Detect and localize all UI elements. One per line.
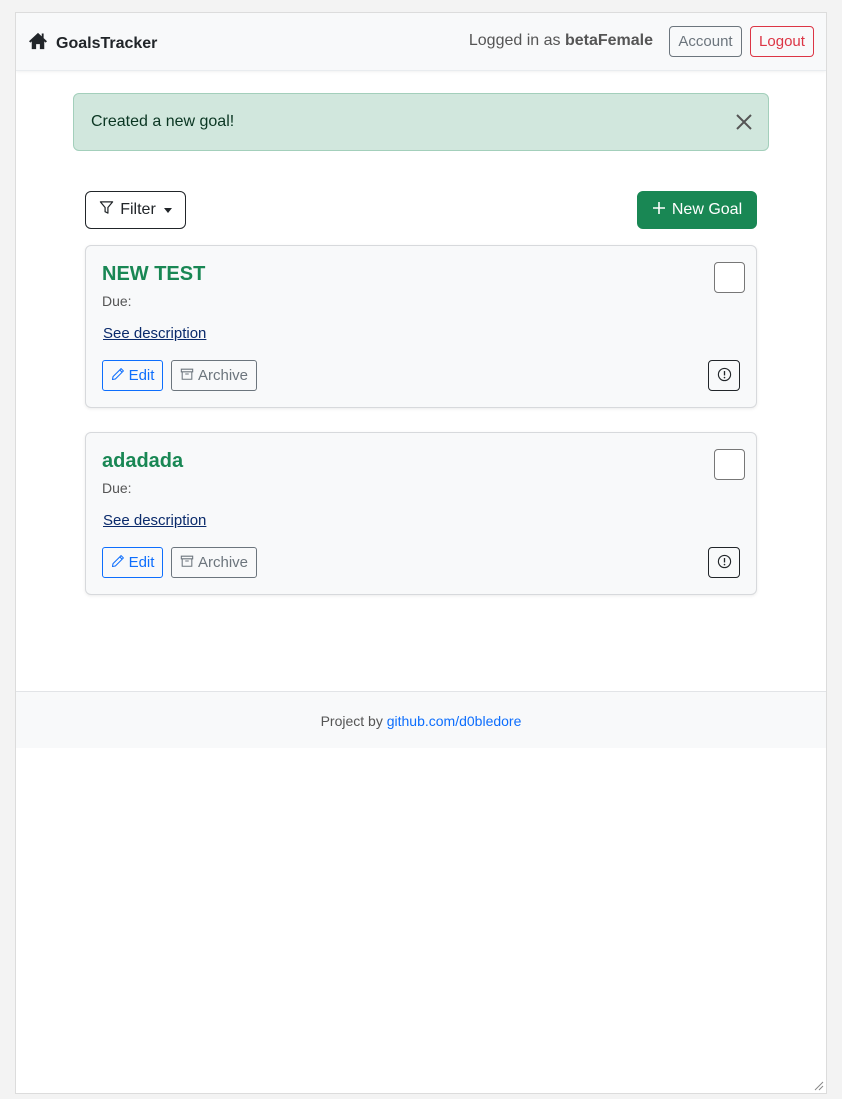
goal-card: adadada Due: See description Edit Archiv…	[85, 432, 757, 595]
alert-message: Created a new goal!	[91, 113, 235, 130]
see-description-link[interactable]: See description	[103, 325, 206, 342]
goal-due: Due:	[102, 293, 132, 309]
archive-icon	[180, 554, 194, 572]
plus-icon	[652, 201, 666, 220]
archive-button[interactable]: Archive	[171, 547, 257, 578]
login-status: Logged in as betaFemale	[469, 32, 653, 50]
resize-grip-icon[interactable]	[812, 1079, 824, 1091]
exclamation-circle-icon	[717, 554, 732, 572]
edit-button[interactable]: Edit	[102, 547, 163, 578]
pencil-icon	[111, 367, 125, 385]
archive-icon	[180, 367, 194, 385]
goal-title: adadada	[102, 450, 184, 472]
brand-name: GoalsTracker	[56, 34, 158, 52]
goal-title: NEW TEST	[102, 263, 206, 285]
caret-down-icon	[163, 207, 172, 213]
see-description-link[interactable]: See description	[103, 512, 206, 529]
archive-label: Archive	[197, 554, 249, 571]
alert-close-button[interactable]	[734, 112, 754, 132]
house-icon	[28, 31, 48, 56]
close-icon	[734, 114, 754, 135]
edit-label: Edit	[128, 367, 155, 384]
filter-dropdown-button[interactable]: Filter	[85, 191, 186, 229]
username: betaFemale	[564, 32, 653, 49]
new-goal-button[interactable]: New Goal	[637, 191, 757, 229]
browser-viewport: GoalsTracker Logged in as betaFemale Acc…	[15, 12, 827, 1094]
exclamation-circle-icon	[717, 367, 732, 385]
login-prefix: Logged in as	[468, 32, 565, 49]
new-goal-label: New Goal	[671, 201, 743, 218]
github-link[interactable]: github.com/d0bledore	[387, 713, 522, 729]
footer: Project by github.com/d0bledore	[16, 691, 826, 748]
navbar: GoalsTracker Logged in as betaFemale Acc…	[16, 13, 826, 71]
success-alert: Created a new goal!	[73, 93, 769, 151]
archive-button[interactable]: Archive	[171, 360, 257, 391]
goal-card: NEW TEST Due: See description Edit Archi…	[85, 245, 757, 408]
goal-info-button[interactable]	[708, 360, 740, 391]
logout-button[interactable]: Logout	[750, 26, 814, 57]
brand-link[interactable]: GoalsTracker	[28, 31, 157, 56]
goal-complete-checkbox[interactable]	[714, 449, 745, 480]
funnel-icon	[99, 200, 114, 220]
pencil-icon	[111, 554, 125, 572]
account-button[interactable]: Account	[669, 26, 742, 57]
footer-prefix: Project by	[320, 713, 387, 729]
goal-complete-checkbox[interactable]	[714, 262, 745, 293]
edit-label: Edit	[128, 554, 155, 571]
filter-label: Filter	[120, 201, 156, 218]
archive-label: Archive	[197, 367, 249, 384]
edit-button[interactable]: Edit	[102, 360, 163, 391]
goal-info-button[interactable]	[708, 547, 740, 578]
goal-due: Due:	[102, 480, 132, 496]
